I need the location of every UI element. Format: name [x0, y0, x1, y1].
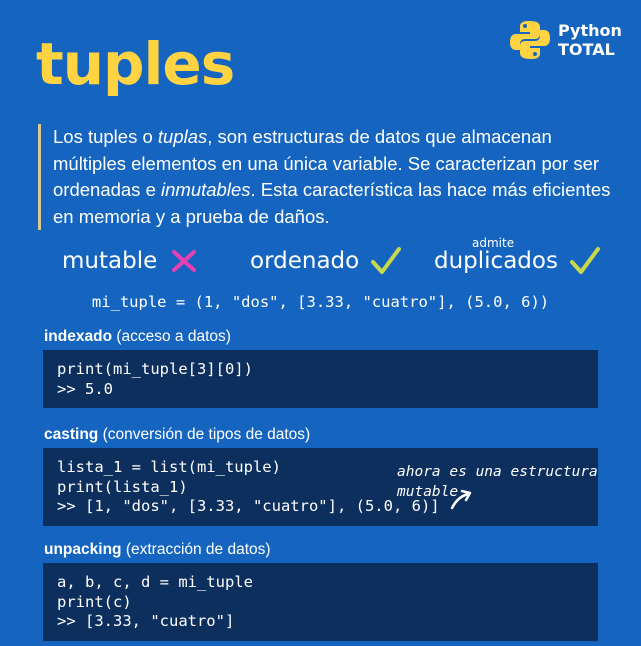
mutable-note: ahora es una estructura mutable — [397, 464, 598, 500]
intro-text-1: Los tuples o — [53, 126, 158, 147]
section-keyword: unpacking — [44, 541, 122, 558]
code-line: a, b, c, d = mi_tuple — [57, 573, 253, 591]
brand: Python TOTAL — [508, 18, 622, 62]
code-line: print(mi_tuple[3][0]) — [57, 360, 253, 378]
intro-paragraph: Los tuples o tuplas, son estructuras de … — [38, 124, 623, 230]
check-icon — [569, 247, 600, 274]
section-title-indexing: indexado (acceso a datos) — [44, 328, 231, 346]
code-block-casting: lista_1 = list(mi_tuple) print(lista_1) … — [43, 448, 598, 526]
feature-ordered: ordenado — [250, 246, 403, 276]
code-block-unpacking: a, b, c, d = mi_tuple print(c) >> [3.33,… — [43, 563, 598, 641]
brand-line-2: TOTAL — [558, 40, 615, 59]
section-keyword: indexado — [44, 328, 113, 345]
python-logo-icon — [510, 21, 550, 59]
feature-duplicates: duplicados — [434, 246, 602, 276]
section-title-casting: casting (conversión de tipos de datos) — [44, 426, 310, 444]
section-title-unpacking: unpacking (extracción de datos) — [44, 541, 271, 559]
feature-mutable-label: mutable — [62, 248, 158, 274]
curved-arrow-icon — [450, 489, 472, 510]
feature-ordered-label: ordenado — [250, 248, 360, 274]
brand-name: Python TOTAL — [558, 21, 622, 59]
code-line: >> 5.0 — [57, 379, 113, 398]
section-description: (conversión de tipos de datos) — [98, 426, 311, 443]
cross-icon — [172, 250, 197, 272]
tuple-definition-code: mi_tuple = (1, "dos", [3.33, "cuatro"], … — [91, 293, 550, 311]
code-block-indexing: print(mi_tuple[3][0]) >> 5.0 — [43, 350, 598, 408]
code-line: print(c) — [57, 592, 132, 611]
feature-mutable: mutable — [62, 246, 201, 276]
feature-duplicates-label: duplicados — [434, 248, 558, 274]
section-description: (extracción de datos) — [121, 541, 271, 558]
intro-emphasis-1: tuplas — [157, 126, 208, 147]
code-line: >> [3.33, "cuatro"] — [57, 612, 235, 630]
intro-emphasis-2: inmutables — [161, 179, 251, 200]
check-icon — [371, 247, 402, 274]
feature-row: mutable ordenado admite duplicados — [0, 236, 641, 280]
page-title: tuples — [36, 30, 235, 98]
section-description: (acceso a datos) — [112, 328, 231, 345]
brand-line-1: Python — [558, 21, 622, 40]
section-keyword: casting — [44, 426, 99, 443]
